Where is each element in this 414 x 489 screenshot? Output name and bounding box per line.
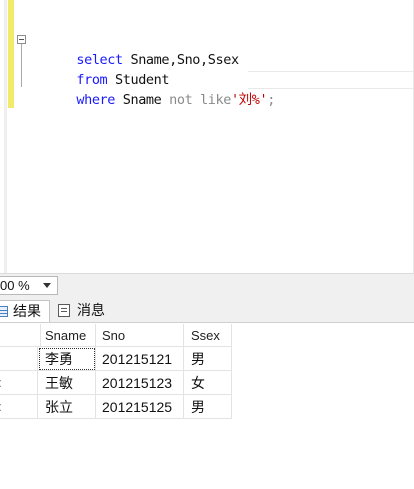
- zoom-select[interactable]: 00 %: [0, 276, 58, 295]
- row-number-header: [0, 324, 41, 347]
- row-number[interactable]: :: [0, 395, 38, 419]
- tab-messages[interactable]: 消息: [53, 300, 111, 322]
- keyword-where: where: [76, 92, 116, 108]
- tab-results-label: 结果: [13, 303, 41, 319]
- table-cell-sname[interactable]: 张立: [38, 395, 96, 419]
- fold-guide-line: [21, 44, 22, 87]
- query-editor[interactable]: select Sname,Sno,Ssex from Student where…: [0, 0, 414, 273]
- message-icon: [58, 304, 70, 317]
- table-cell-ssex[interactable]: 男: [184, 395, 232, 419]
- table-cell-ssex[interactable]: 男: [184, 347, 232, 371]
- column-header-sno[interactable]: Sno: [96, 324, 184, 347]
- column-header-sname[interactable]: Sname: [38, 324, 96, 347]
- not-like-operator: not like: [169, 92, 231, 108]
- table-cell-ssex[interactable]: 女: [184, 371, 232, 395]
- sql-query-window: select Sname,Sno,Ssex from Student where…: [0, 0, 414, 489]
- statement-terminator: ;: [267, 92, 275, 108]
- zoom-value: 00 %: [0, 278, 30, 293]
- row-number[interactable]: [0, 347, 38, 371]
- string-literal: '刘%': [230, 92, 268, 108]
- row-number-label: :: [0, 395, 2, 418]
- tab-messages-label: 消息: [77, 302, 105, 318]
- code-line-where[interactable]: where Sname not like'刘%';: [30, 70, 275, 108]
- change-tracking-bar: [8, 0, 14, 108]
- row-number[interactable]: :: [0, 371, 38, 395]
- results-tabs: 结果 消息: [0, 297, 414, 323]
- table-cell-sname[interactable]: 王敏: [38, 371, 96, 395]
- table-cell-sno[interactable]: 201215123: [96, 371, 184, 395]
- chevron-down-icon[interactable]: [43, 283, 51, 288]
- row-number-label: :: [0, 371, 2, 394]
- table-cell-sno[interactable]: 201215121: [96, 347, 184, 371]
- where-column: Sname: [115, 92, 170, 108]
- code-line-select[interactable]: select Sname,Sno,Ssex: [30, 30, 239, 68]
- table-cell-sname[interactable]: 李勇: [38, 347, 96, 371]
- zoom-bar: 00 %: [0, 273, 414, 297]
- results-grid[interactable]: Sname Sno Ssex 李勇 201215121 男 : 王敏 20121…: [0, 324, 414, 489]
- column-header-ssex[interactable]: Ssex: [184, 324, 232, 347]
- collapse-region-icon[interactable]: [17, 35, 26, 44]
- table-cell-sno[interactable]: 201215125: [96, 395, 184, 419]
- code-line-from[interactable]: from Student: [30, 50, 169, 88]
- grid-icon: [0, 306, 8, 317]
- tab-results[interactable]: 结果: [0, 300, 50, 322]
- editor-gutter: [4, 0, 7, 273]
